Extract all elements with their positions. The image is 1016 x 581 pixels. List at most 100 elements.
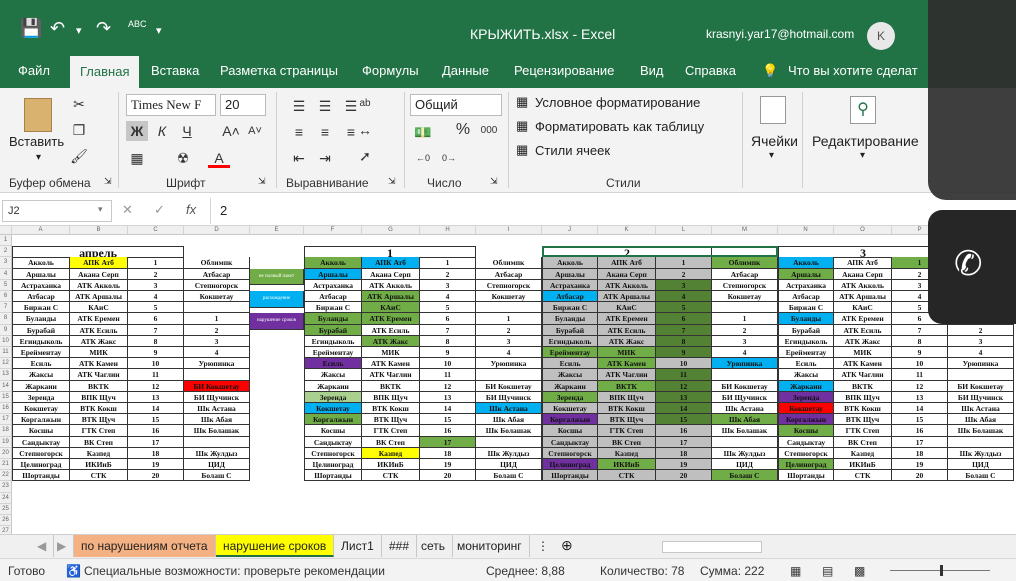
- cell-college[interactable]: АТК Аршалы: [598, 291, 656, 303]
- cell-school[interactable]: 4: [184, 347, 250, 359]
- cell-school[interactable]: Степногорск: [184, 279, 250, 291]
- cell-school[interactable]: Шк Жулдыз: [184, 447, 250, 459]
- cell-school[interactable]: 3: [712, 335, 778, 347]
- cell-name[interactable]: Егиндыколь: [304, 335, 362, 347]
- undo-dropdown-icon[interactable]: ▾: [76, 24, 82, 37]
- cell-school[interactable]: 1: [712, 313, 778, 325]
- cell-number[interactable]: 13: [128, 391, 184, 403]
- cell-school[interactable]: Урюпинка: [184, 358, 250, 370]
- normal-view-icon[interactable]: ▦: [790, 564, 801, 578]
- cell-number[interactable]: 16: [656, 425, 712, 437]
- cell-number[interactable]: 7: [656, 324, 712, 336]
- cell-school[interactable]: Шк Абая: [184, 414, 250, 426]
- cell-number[interactable]: 8: [128, 335, 184, 347]
- cell-college[interactable]: ВК Степ: [834, 436, 892, 448]
- cell-college[interactable]: Акана Серп: [362, 268, 420, 280]
- row-header[interactable]: 3: [0, 257, 12, 269]
- tab-data[interactable]: Данные: [442, 63, 489, 78]
- tab-file[interactable]: Файл: [18, 63, 50, 78]
- cell-name[interactable]: Бурабай: [778, 324, 834, 336]
- cell-number[interactable]: 4: [128, 291, 184, 303]
- increase-decimal-icon[interactable]: ←0: [412, 148, 434, 168]
- cell-number[interactable]: 3: [420, 279, 476, 291]
- cell-school[interactable]: БИ Щучинск: [476, 391, 542, 403]
- cell-college[interactable]: ВК Степ: [598, 436, 656, 448]
- cell-name[interactable]: Сандыктау: [778, 436, 834, 448]
- cell-number[interactable]: 15: [892, 414, 948, 426]
- cell-name[interactable]: Биржан С: [304, 302, 362, 314]
- cell-name[interactable]: Буланды: [304, 313, 362, 325]
- cell-college[interactable]: ИКИиБ: [70, 459, 128, 471]
- cell-school[interactable]: Шк Болашак: [476, 425, 542, 437]
- wrap-text-icon[interactable]: ab: [354, 94, 376, 114]
- cell-name[interactable]: Степногорск: [542, 447, 598, 459]
- cell-college[interactable]: ВКТК: [362, 380, 420, 392]
- cell-school[interactable]: 2: [712, 324, 778, 336]
- row-header[interactable]: 4: [0, 268, 12, 280]
- cell-college[interactable]: АТК Чаглин: [834, 369, 892, 381]
- cell-name[interactable]: Астраханка: [12, 279, 70, 291]
- cell-number[interactable]: 6: [128, 313, 184, 325]
- cell-college[interactable]: ВТК Кокш: [70, 403, 128, 415]
- column-header[interactable]: O: [834, 226, 892, 235]
- row-header[interactable]: 26: [0, 515, 12, 527]
- tab-review[interactable]: Рецензирование: [514, 63, 614, 78]
- cell-name[interactable]: Аршалы: [12, 268, 70, 280]
- cell-name[interactable]: Коргалжын: [12, 414, 70, 426]
- cell-number[interactable]: 16: [128, 425, 184, 437]
- row-header[interactable]: 5: [0, 279, 12, 291]
- cell-school[interactable]: Болаш С: [948, 470, 1014, 482]
- cell-college[interactable]: ВТК Щуч: [598, 414, 656, 426]
- horizontal-scrollbar[interactable]: [662, 541, 762, 553]
- cell-college[interactable]: АТК Камен: [362, 358, 420, 370]
- phone-icon[interactable]: ✆: [954, 244, 983, 284]
- row-header[interactable]: 18: [0, 425, 12, 437]
- cell-school[interactable]: 2: [184, 324, 250, 336]
- cell-college[interactable]: АПК Атб: [70, 257, 128, 269]
- cell-name[interactable]: Астраханка: [304, 279, 362, 291]
- cell-school[interactable]: 3: [476, 335, 542, 347]
- tell-me-search[interactable]: Что вы хотите сделат: [788, 63, 918, 78]
- align-top-icon[interactable]: ☰: [288, 96, 310, 116]
- next-sheet-icon[interactable]: ▶: [50, 535, 75, 557]
- cell-number[interactable]: 7: [128, 324, 184, 336]
- tab-help[interactable]: Справка: [685, 63, 736, 78]
- cell-school[interactable]: Болаш С: [184, 470, 250, 482]
- zoom-slider-thumb[interactable]: [940, 565, 943, 576]
- column-header[interactable]: J: [542, 226, 598, 235]
- cells-button[interactable]: Ячейки: [751, 133, 798, 149]
- row-header[interactable]: 15: [0, 391, 12, 403]
- cell-name[interactable]: Целиноград: [542, 459, 598, 471]
- cell-name[interactable]: Сандыктау: [304, 436, 362, 448]
- cell-college[interactable]: КАиС: [598, 302, 656, 314]
- row-header[interactable]: 16: [0, 403, 12, 415]
- cell-name[interactable]: Атбасар: [542, 291, 598, 303]
- cell-name[interactable]: Степногорск: [304, 447, 362, 459]
- cell-number[interactable]: 7: [892, 324, 948, 336]
- cell-name[interactable]: Косшы: [304, 425, 362, 437]
- cell-name[interactable]: Астраханка: [542, 279, 598, 291]
- increase-indent-icon[interactable]: ⇥: [314, 148, 336, 168]
- cell-college[interactable]: АТК Жакс: [362, 335, 420, 347]
- cell-number[interactable]: 4: [656, 291, 712, 303]
- column-header[interactable]: B: [70, 226, 128, 235]
- row-header[interactable]: 21: [0, 459, 12, 471]
- cell-number[interactable]: 17: [892, 436, 948, 448]
- merge-center-icon[interactable]: ↔: [354, 120, 376, 140]
- row-header[interactable]: 10: [0, 335, 12, 347]
- cell-college[interactable]: АТК Аршалы: [834, 291, 892, 303]
- avatar[interactable]: K: [867, 22, 895, 50]
- cell-name[interactable]: Целиноград: [12, 459, 70, 471]
- cell-college[interactable]: АТК Еремен: [70, 313, 128, 325]
- cell-number[interactable]: 2: [420, 268, 476, 280]
- cell-college[interactable]: ИКИиБ: [598, 459, 656, 471]
- cell-number[interactable]: 11: [892, 369, 948, 381]
- cell-school[interactable]: ЦИД: [948, 459, 1014, 471]
- cell-school[interactable]: Шк Астана: [948, 403, 1014, 415]
- accessibility-status[interactable]: Специальные возможности: проверьте реком…: [84, 564, 385, 578]
- cell-school[interactable]: Шк Болашак: [948, 425, 1014, 437]
- cell-name[interactable]: Шортанды: [304, 470, 362, 482]
- font-launcher-icon[interactable]: ⇲: [258, 176, 266, 187]
- tab-formulas[interactable]: Формулы: [362, 63, 419, 78]
- cell-name[interactable]: Бурабай: [12, 324, 70, 336]
